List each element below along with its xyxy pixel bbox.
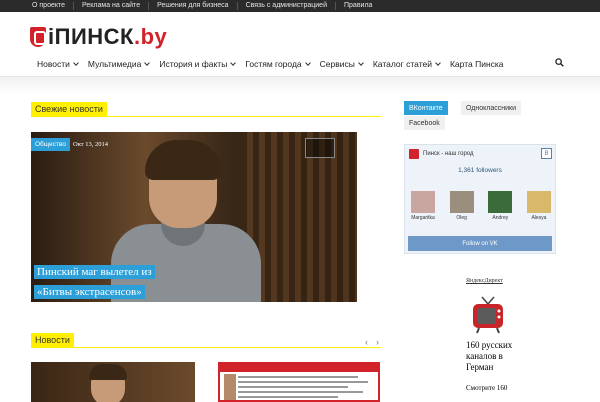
search-icon[interactable] (555, 58, 564, 67)
tab-odnoklassniki[interactable]: Одноклассники (461, 101, 522, 115)
nav-item-services[interactable]: Сервисы (315, 59, 368, 69)
vk-followers-count: 1,361 followers (458, 167, 502, 174)
topbar-link-business[interactable]: Решения для бизнеса (149, 2, 238, 10)
chevron-down-icon (435, 60, 441, 66)
category-badge[interactable]: Общество (31, 138, 70, 151)
section-heading-fresh: Свежие новости (31, 102, 107, 116)
topbar-link-contact[interactable]: Связь с администрацией (238, 2, 336, 10)
nav-label: Сервисы (319, 59, 355, 69)
follow-on-vk-button[interactable]: Follow on VK (408, 236, 552, 251)
top-bar: О проекте Реклама на сайте Решения для б… (0, 0, 600, 12)
nav-item-guests[interactable]: Гостям города (240, 59, 314, 69)
member-avatar[interactable]: Andrey (487, 191, 513, 221)
thumbnail-text-line (238, 391, 363, 393)
section-heading-news: Новости (31, 333, 74, 347)
nav-item-history[interactable]: История и факты (154, 59, 240, 69)
featured-title-text: Пинский маг вылетел из «Битвы экстрасенс… (34, 265, 155, 299)
topbar-link-ads[interactable]: Реклама на сайте (74, 2, 150, 10)
nav-label: Гостям города (245, 59, 302, 69)
nav-label: Мультимедиа (87, 59, 142, 69)
thumbnail-header (220, 364, 378, 372)
chevron-down-icon (144, 60, 151, 66)
nav-label: Каталог статей (372, 59, 432, 69)
thumbnail-hair (89, 364, 127, 380)
featured-title[interactable]: Пинский маг вылетел из «Битвы экстрасенс… (34, 262, 184, 302)
site-logo[interactable]: iПИНСК.by (30, 24, 167, 50)
member-name: Andrey (492, 215, 509, 221)
thumbnail-text-line (238, 376, 358, 378)
nav-label: Новости (37, 59, 70, 69)
chevron-down-icon (230, 60, 237, 66)
coat-of-arms-icon (30, 27, 46, 47)
next-arrow-icon[interactable]: › (376, 337, 379, 347)
nav-label: Карта Пинска (449, 59, 504, 69)
avatar (449, 191, 474, 213)
member-avatar[interactable]: Alesya (526, 191, 552, 221)
vk-group-name[interactable]: Пинск - наш город (423, 151, 474, 157)
thumbnail-text-line (238, 396, 338, 398)
nav-label: История и факты (159, 59, 228, 69)
group-avatar (409, 149, 419, 159)
logo-prefix: i (48, 24, 55, 49)
logo-main: ПИНСК (54, 24, 134, 49)
tab-vkontakte[interactable]: ВКонтакте (404, 101, 448, 115)
ad-source-label[interactable]: ЯндексДирект (466, 278, 503, 284)
nav-item-map[interactable]: Карта Пинска (445, 59, 509, 69)
news-thumbnail[interactable] (218, 362, 380, 402)
avatar (488, 191, 513, 213)
member-name: Margaritka (411, 215, 435, 221)
tv-icon[interactable] (472, 296, 504, 334)
nav-item-catalog[interactable]: Каталог статей (368, 59, 445, 69)
tab-facebook[interactable]: Facebook (404, 116, 445, 130)
nav-item-multimedia[interactable]: Мультимедиа (83, 59, 154, 69)
tv-watermark-icon (305, 138, 335, 158)
member-name: Oleg (456, 215, 467, 221)
logo-suffix: .by (133, 24, 168, 49)
vk-widget-header: Пинск - наш город (405, 145, 555, 163)
vk-members: Margaritka Oleg Andrey Alesya (410, 191, 552, 221)
section-underline (31, 347, 381, 348)
topbar-link-about[interactable]: О проекте (32, 2, 75, 10)
nav-shadow (0, 77, 600, 95)
thumbnail-text-line (238, 386, 348, 388)
chevron-down-icon (358, 60, 364, 66)
article-date: Окт 13, 2014 (73, 141, 108, 148)
avatar (526, 191, 551, 213)
news-thumbnail[interactable] (31, 362, 195, 402)
logo-text: iПИНСК.by (48, 24, 167, 50)
thumbnail-text-line (238, 381, 368, 383)
chevron-down-icon (304, 60, 311, 66)
chevron-down-icon (73, 60, 79, 66)
member-avatar[interactable]: Margaritka (410, 191, 436, 221)
prev-arrow-icon[interactable]: ‹ (365, 337, 368, 347)
avatar (411, 191, 435, 213)
nav-item-news[interactable]: Новости (30, 59, 83, 69)
section-underline (31, 116, 381, 117)
member-avatar[interactable]: Oleg (449, 191, 475, 221)
featured-article[interactable]: Общество Окт 13, 2014 Пинский маг вылете… (31, 132, 357, 302)
thumbnail-photo (224, 374, 236, 400)
member-name: Alesya (531, 215, 547, 221)
ad-subtitle: Смотрите 160 (466, 384, 508, 392)
topbar-link-rules[interactable]: Правила (336, 2, 380, 10)
ad-title[interactable]: 160 русских каналов в Герман (466, 340, 514, 373)
vk-widget: Пинск - наш город В 1,361 followers Marg… (404, 144, 556, 254)
vk-logo-icon[interactable]: В (541, 148, 552, 159)
main-nav: Новости Мультимедиа История и факты Гост… (30, 54, 570, 74)
